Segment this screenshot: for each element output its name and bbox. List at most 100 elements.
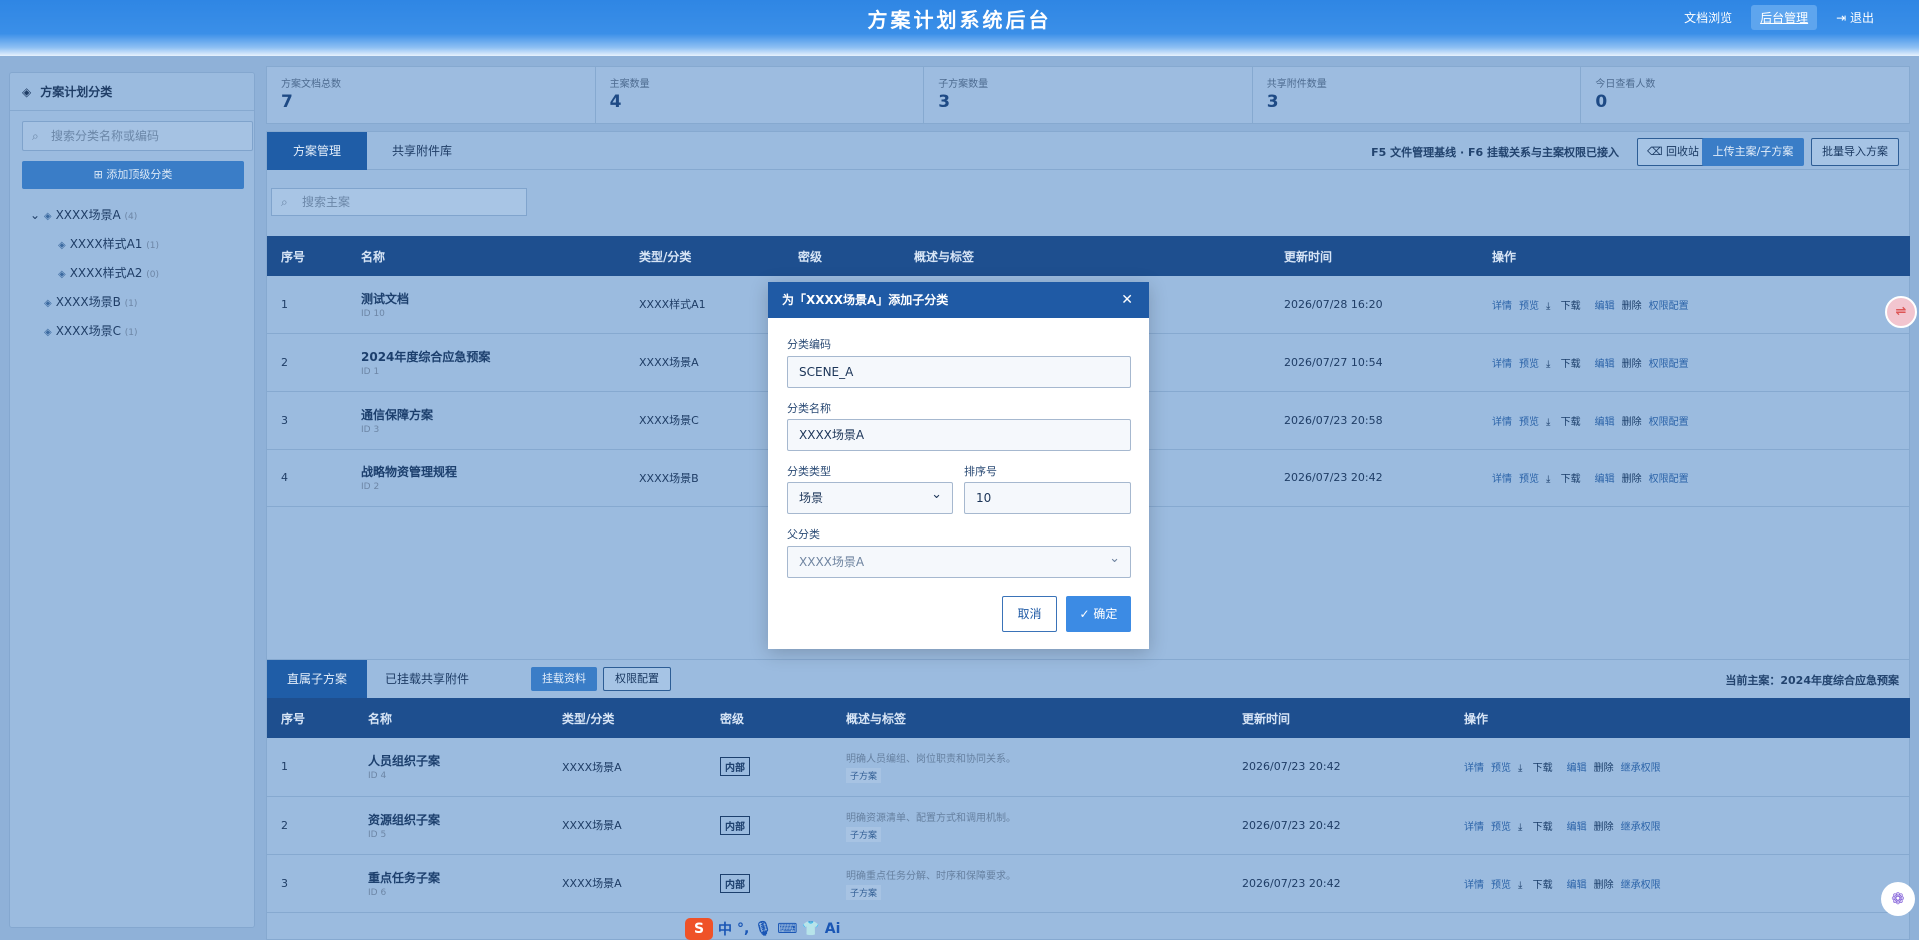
edit-link[interactable]: 编辑 bbox=[1567, 880, 1587, 891]
type-select[interactable]: 场景 bbox=[787, 480, 953, 514]
permission-link[interactable]: 权限配置 bbox=[1649, 359, 1689, 370]
delete-link[interactable]: 删除 bbox=[1622, 359, 1642, 370]
assistant-float-icon[interactable]: ❁ bbox=[1881, 882, 1915, 916]
plan-name[interactable]: 2024年度综合应急预案 bbox=[361, 348, 639, 365]
delete-link[interactable]: 删除 bbox=[1622, 474, 1642, 485]
detail-link[interactable]: 详情 bbox=[1492, 301, 1512, 312]
delete-link[interactable]: 删除 bbox=[1622, 417, 1642, 428]
preview-link[interactable]: 预览 bbox=[1491, 763, 1511, 774]
download-link[interactable]: ⤓ 下载 bbox=[1518, 822, 1560, 833]
cell-updated: 2026/07/28 16:20 bbox=[1284, 276, 1492, 334]
name-input[interactable]: XXXX场景A bbox=[787, 419, 1131, 451]
skin-icon[interactable]: 👕 bbox=[802, 921, 819, 937]
main-search-input[interactable]: ⌕ 搜索主案 bbox=[271, 188, 527, 216]
upload-plan-button[interactable]: 上传主案/子方案 bbox=[1702, 138, 1804, 166]
edit-link[interactable]: 编辑 bbox=[1595, 301, 1615, 312]
preview-link[interactable]: 预览 bbox=[1491, 822, 1511, 833]
mount-material-button[interactable]: 挂载资料 bbox=[531, 667, 597, 691]
order-input[interactable]: 10 bbox=[964, 482, 1131, 514]
recycle-bin-button[interactable]: ⌫ 回收站 bbox=[1637, 138, 1709, 166]
cell-name: 通信保障方案 ID 3 bbox=[361, 391, 639, 450]
tree-item-style-a2[interactable]: ◈ XXXX样式A2 (0) bbox=[10, 259, 254, 288]
download-link[interactable]: ⤓ 下载 bbox=[1546, 474, 1588, 485]
tab-shared-attachments[interactable]: 共享附件库 bbox=[367, 132, 477, 170]
tree-item-scene-b[interactable]: ◈ XXXX场景B (1) bbox=[10, 288, 254, 317]
tree-item-scene-a[interactable]: ⌄ ◈ XXXX场景A (4) bbox=[10, 201, 254, 230]
search-icon: ⌕ bbox=[32, 129, 39, 143]
delete-link[interactable]: 删除 bbox=[1622, 301, 1642, 312]
delete-link[interactable]: 删除 bbox=[1594, 880, 1614, 891]
detail-link[interactable]: 详情 bbox=[1464, 880, 1484, 891]
detail-link[interactable]: 详情 bbox=[1464, 822, 1484, 833]
detail-link[interactable]: 详情 bbox=[1492, 359, 1512, 370]
translate-float-icon[interactable]: ⇌ bbox=[1885, 296, 1917, 328]
download-link[interactable]: ⤓ 下载 bbox=[1546, 417, 1588, 428]
plan-id: ID 10 bbox=[361, 308, 385, 319]
permission-link[interactable]: 权限配置 bbox=[1649, 301, 1689, 312]
tab-direct-sub-plans[interactable]: 直属子方案 bbox=[267, 660, 367, 698]
preview-link[interactable]: 预览 bbox=[1491, 880, 1511, 891]
tree-item-style-a1[interactable]: ◈ XXXX样式A1 (1) bbox=[10, 230, 254, 259]
edit-link[interactable]: 编辑 bbox=[1595, 417, 1615, 428]
inherit-permission-link[interactable]: 继承权限 bbox=[1621, 763, 1661, 774]
tree-item-count: (1) bbox=[146, 241, 160, 251]
download-link[interactable]: ⤓ 下载 bbox=[1546, 359, 1588, 370]
microphone-icon[interactable]: 🎙 bbox=[754, 921, 772, 937]
sub-permission-button[interactable]: 权限配置 bbox=[603, 667, 671, 691]
download-link[interactable]: ⤓ 下载 bbox=[1518, 880, 1560, 891]
sub-plan-name[interactable]: 人员组织子案 bbox=[368, 752, 562, 769]
nav-admin[interactable]: 后台管理 bbox=[1751, 5, 1818, 30]
preview-link[interactable]: 预览 bbox=[1519, 417, 1539, 428]
table-row: 2 资源组织子案 ID 5 XXXX场景A 内部 明确资源清单、配置方式和调用机制… bbox=[267, 796, 1910, 855]
edit-link[interactable]: 编辑 bbox=[1595, 474, 1615, 485]
detail-link[interactable]: 详情 bbox=[1492, 417, 1512, 428]
edit-link[interactable]: 编辑 bbox=[1567, 763, 1587, 774]
plan-name[interactable]: 测试文档 bbox=[361, 290, 639, 307]
cell-type: XXXX场景A bbox=[562, 796, 720, 855]
punctuation-icon[interactable]: °, bbox=[737, 921, 749, 937]
edit-link[interactable]: 编辑 bbox=[1595, 359, 1615, 370]
edit-link[interactable]: 编辑 bbox=[1567, 822, 1587, 833]
delete-link[interactable]: 删除 bbox=[1594, 763, 1614, 774]
add-top-category-button[interactable]: ⊞ 添加顶级分类 bbox=[22, 161, 244, 189]
download-link[interactable]: ⤓ 下载 bbox=[1518, 763, 1560, 774]
plan-name[interactable]: 通信保障方案 bbox=[361, 406, 639, 423]
ime-lang-toggle[interactable]: 中 bbox=[718, 919, 732, 939]
close-icon[interactable]: ✕ bbox=[1121, 282, 1133, 318]
preview-link[interactable]: 预览 bbox=[1519, 474, 1539, 485]
ime-logo-icon[interactable]: S bbox=[685, 918, 713, 940]
nav-browse[interactable]: 文档浏览 bbox=[1675, 5, 1741, 30]
sub-plan-name[interactable]: 重点任务子案 bbox=[368, 869, 562, 886]
sub-plan-name[interactable]: 资源组织子案 bbox=[368, 811, 562, 828]
delete-link[interactable]: 删除 bbox=[1594, 822, 1614, 833]
cell-actions: 详情 预览 ⤓ 下载 编辑 删除 权限配置 bbox=[1492, 333, 1910, 392]
plan-id: ID 3 bbox=[361, 424, 380, 435]
keyboard-icon[interactable]: ⌨ bbox=[777, 921, 797, 937]
cancel-button[interactable]: 取消 bbox=[1002, 596, 1057, 632]
code-input[interactable]: SCENE_A bbox=[787, 356, 1131, 388]
category-search-input[interactable]: ⌕ 搜索分类名称或编码 bbox=[22, 121, 253, 151]
col-updated: 更新时间 bbox=[1284, 236, 1492, 276]
tab-plan-management[interactable]: 方案管理 bbox=[267, 132, 367, 170]
tree-item-scene-c[interactable]: ◈ XXXX场景C (1) bbox=[10, 317, 254, 346]
permission-link[interactable]: 权限配置 bbox=[1649, 417, 1689, 428]
preview-link[interactable]: 预览 bbox=[1519, 359, 1539, 370]
plan-name[interactable]: 战略物资管理规程 bbox=[361, 463, 639, 480]
cell-name: 人员组织子案 ID 4 bbox=[368, 738, 562, 797]
tree-item-count: (1) bbox=[124, 328, 138, 338]
tab-mounted-attachments[interactable]: 已挂载共享附件 bbox=[367, 660, 487, 698]
confirm-button[interactable]: ✓ 确定 bbox=[1066, 596, 1131, 632]
ime-ai-button[interactable]: Ai bbox=[825, 921, 841, 937]
permission-link[interactable]: 权限配置 bbox=[1649, 474, 1689, 485]
detail-link[interactable]: 详情 bbox=[1492, 474, 1512, 485]
batch-import-button[interactable]: 批量导入方案 bbox=[1811, 138, 1899, 166]
download-link[interactable]: ⤓ 下载 bbox=[1546, 301, 1588, 312]
inherit-permission-link[interactable]: 继承权限 bbox=[1621, 880, 1661, 891]
detail-link[interactable]: 详情 bbox=[1464, 763, 1484, 774]
nav-logout[interactable]: ⇥ 退出 bbox=[1827, 5, 1883, 30]
preview-link[interactable]: 预览 bbox=[1519, 301, 1539, 312]
inherit-permission-link[interactable]: 继承权限 bbox=[1621, 822, 1661, 833]
cell-name: 2024年度综合应急预案 ID 1 bbox=[361, 333, 639, 392]
cell-desc: 明确重点任务分解、时序和保障要求。 子方案 bbox=[846, 854, 1242, 913]
parent-select[interactable]: XXXX场景A bbox=[787, 544, 1131, 578]
